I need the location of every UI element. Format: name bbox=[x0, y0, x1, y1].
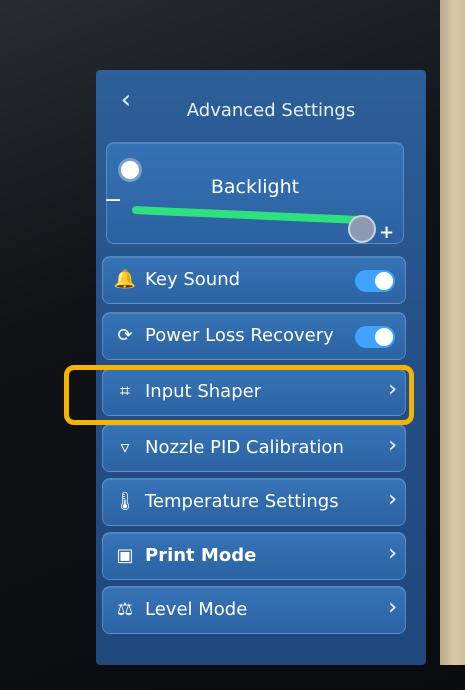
back-chevron-icon[interactable]: ‹ bbox=[112, 86, 140, 114]
settings-row-label: Print Mode bbox=[145, 545, 257, 566]
bell-icon: 🔔 bbox=[113, 269, 137, 290]
settings-row-nozzle-pid-calibration[interactable]: ▿ Nozzle PID Calibration › bbox=[102, 424, 406, 472]
chevron-right-icon: › bbox=[388, 433, 397, 458]
background-surface bbox=[440, 0, 465, 665]
power-recovery-icon: ⟳ bbox=[117, 325, 133, 346]
toggle-knob bbox=[375, 272, 393, 290]
power-loss-recovery-toggle[interactable] bbox=[355, 326, 395, 348]
thermometer-icon: 🌡 bbox=[113, 491, 137, 512]
highlight-box bbox=[64, 365, 414, 425]
settings-row-label: Nozzle PID Calibration bbox=[145, 437, 344, 458]
settings-row-temperature-settings[interactable]: 🌡 Temperature Settings › bbox=[102, 478, 406, 526]
chevron-right-icon: › bbox=[388, 541, 397, 566]
chevron-right-icon: › bbox=[388, 487, 397, 512]
scale-icon: ⚖ bbox=[116, 599, 134, 620]
settings-row-level-mode[interactable]: ⚖ Level Mode › bbox=[102, 586, 406, 634]
key-sound-toggle[interactable] bbox=[355, 270, 395, 292]
settings-row-label: Level Mode bbox=[145, 599, 248, 620]
toggle-knob bbox=[375, 328, 393, 346]
brightness-decrease-button[interactable]: − bbox=[104, 188, 122, 213]
settings-row-label: Key Sound bbox=[145, 269, 241, 290]
settings-row-key-sound[interactable]: 🔔 Key Sound bbox=[102, 256, 406, 304]
nozzle-icon: ▿ bbox=[120, 437, 130, 458]
chevron-right-icon: › bbox=[388, 595, 397, 620]
brightness-slider-knob[interactable] bbox=[348, 215, 376, 243]
brightness-increase-button[interactable]: + bbox=[379, 222, 394, 243]
screen-header: ‹ Advanced Settings bbox=[96, 70, 426, 140]
backlight-label: Backlight bbox=[210, 176, 300, 198]
settings-row-label: Power Loss Recovery bbox=[145, 325, 334, 346]
page-title: Advanced Settings bbox=[186, 100, 356, 121]
settings-row-label: Temperature Settings bbox=[145, 491, 339, 512]
settings-row-power-loss-recovery[interactable]: ⟳ Power Loss Recovery bbox=[102, 312, 406, 360]
settings-row-print-mode[interactable]: ▣ Print Mode › bbox=[102, 532, 406, 580]
print-mode-icon: ▣ bbox=[116, 545, 134, 566]
